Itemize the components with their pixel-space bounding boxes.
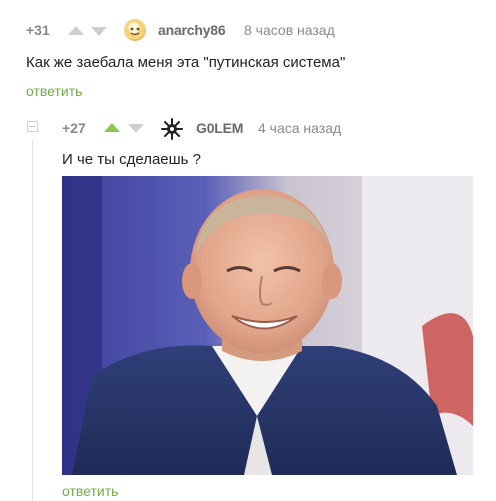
comment-timestamp[interactable]: 4 часа назад <box>258 120 341 136</box>
upvote-arrow-icon[interactable] <box>68 26 84 35</box>
snowflake-emblem-icon <box>161 118 183 140</box>
reply-link[interactable]: ответить <box>62 483 118 499</box>
thread-line[interactable] <box>32 140 33 501</box>
comment-username[interactable]: anarchy86 <box>158 22 226 38</box>
reply-link[interactable]: ответить <box>26 83 82 99</box>
comment-rating: +31 <box>26 22 50 38</box>
comment-text: Как же заебала меня эта "путинская систе… <box>26 54 346 71</box>
upvote-arrow-icon[interactable] <box>104 123 120 132</box>
downvote-arrow-icon[interactable] <box>128 124 144 133</box>
comment-timestamp[interactable]: 8 часов назад <box>244 22 335 38</box>
comment-rating: +27 <box>62 120 86 136</box>
downvote-arrow-icon[interactable] <box>91 27 107 36</box>
comment-text: И че ты сделаешь ? <box>62 151 201 168</box>
comment-username[interactable]: G0LEM <box>196 120 243 136</box>
collapse-thread-button[interactable] <box>27 121 38 132</box>
portrait-photo-icon <box>62 176 473 475</box>
comment-image[interactable] <box>62 176 473 475</box>
user-avatar[interactable] <box>124 19 146 41</box>
user-avatar[interactable] <box>160 117 184 141</box>
cartoon-face-avatar-icon <box>130 27 140 36</box>
